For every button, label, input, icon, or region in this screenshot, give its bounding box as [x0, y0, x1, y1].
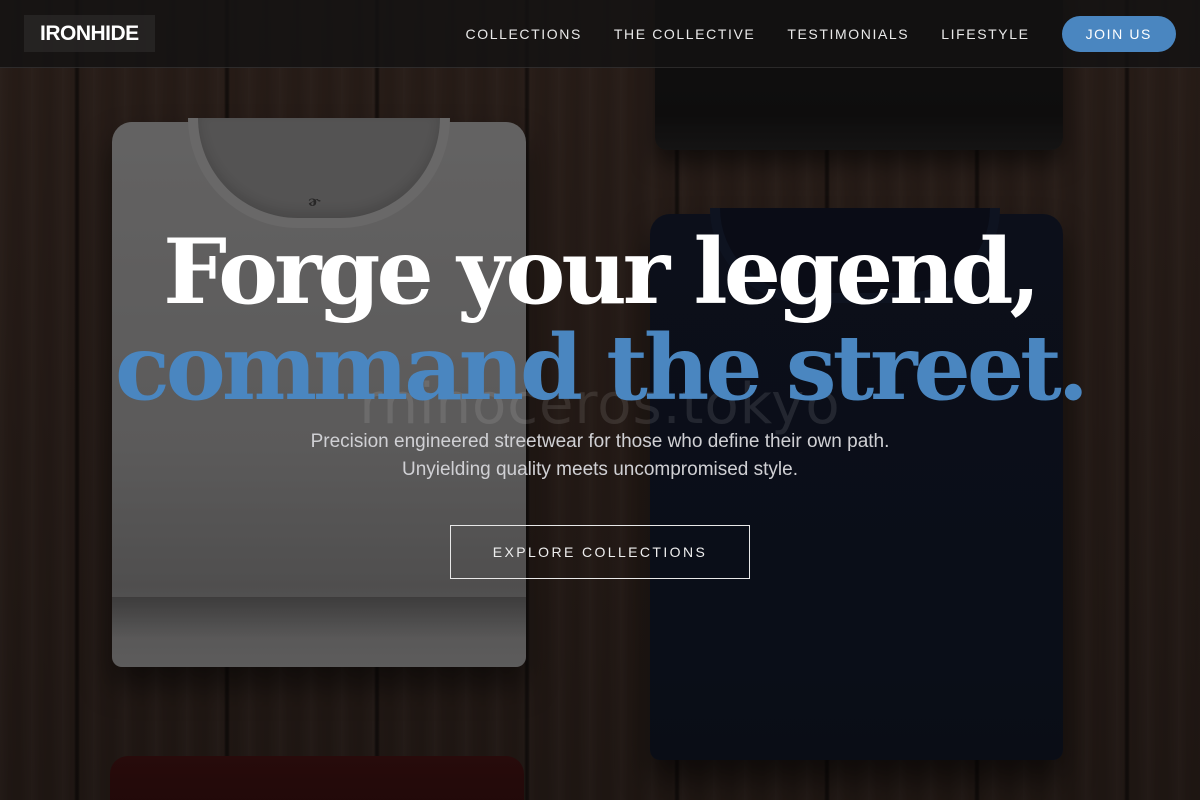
- explore-collections-button[interactable]: EXPLORE COLLECTIONS: [450, 525, 750, 579]
- hero-subtitle-line1: Precision engineered streetwear for thos…: [310, 431, 890, 452]
- main-nav: COLLECTIONS THE COLLECTIVE TESTIMONIALS …: [466, 16, 1176, 52]
- nav-link-testimonials[interactable]: TESTIMONIALS: [787, 26, 909, 42]
- nav-link-lifestyle[interactable]: LIFESTYLE: [941, 26, 1029, 42]
- nav-link-the-collective[interactable]: THE COLLECTIVE: [614, 26, 755, 42]
- hero-headline-line2: command the street.: [115, 315, 1089, 421]
- join-us-button[interactable]: JOIN US: [1061, 16, 1176, 52]
- nav-link-collections[interactable]: COLLECTIONS: [466, 26, 582, 42]
- landing-page: ɚ rhinoceros.tokyo Forge your legend, co…: [0, 0, 1200, 800]
- hero-headline-line1: Forge your legend,: [163, 219, 1041, 325]
- site-header: IRONHIDE COLLECTIONS THE COLLECTIVE TEST…: [0, 0, 1200, 68]
- hero-subtitle-line2: Unyielding quality meets uncompromised s…: [401, 459, 798, 480]
- brand-logo[interactable]: IRONHIDE: [24, 15, 155, 52]
- hero-section: rhinoceros.tokyo Forge your legend, comm…: [0, 0, 1200, 800]
